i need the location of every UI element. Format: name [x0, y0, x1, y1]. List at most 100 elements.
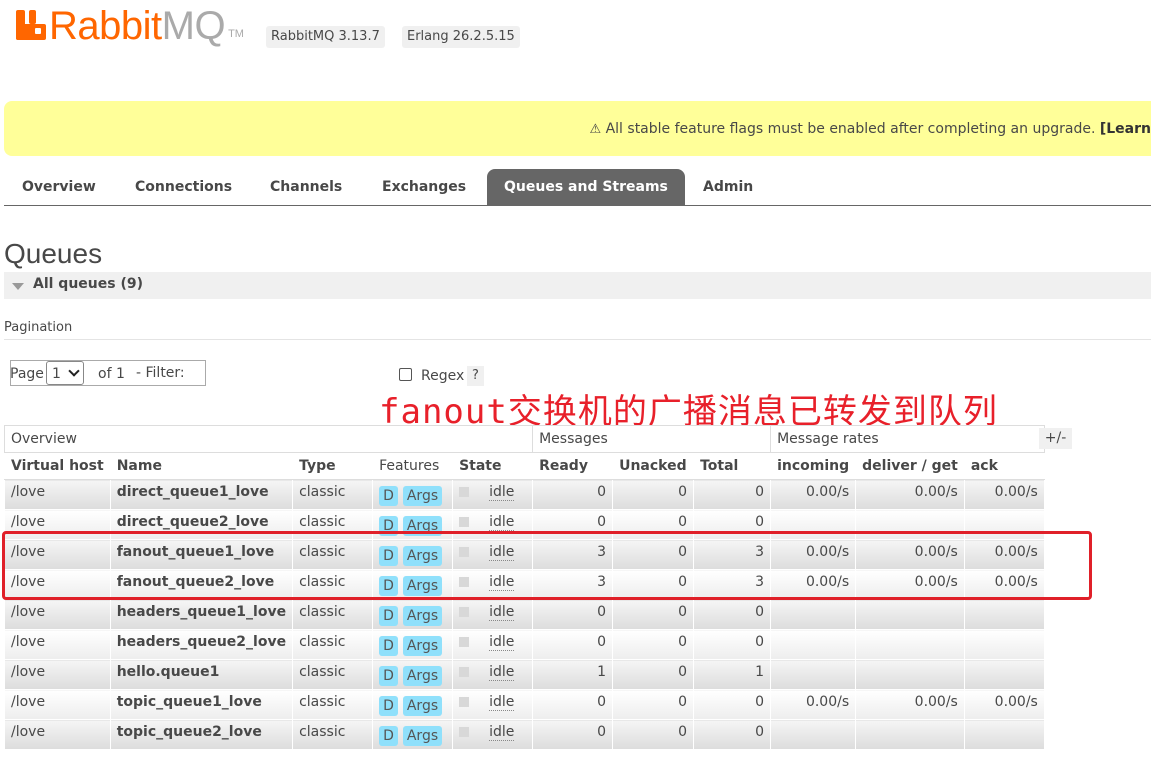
cell-type: classic — [292, 569, 374, 600]
rabbitmq-logo[interactable]: RabbitMQ TM — [16, 6, 244, 46]
page-select[interactable]: 1 — [46, 361, 84, 385]
cell-deliver-get — [855, 719, 965, 750]
cell-total: 3 — [693, 569, 772, 600]
group-messages: Messages — [532, 425, 772, 453]
regex-checkbox[interactable] — [399, 368, 412, 381]
cell-unacked: 0 — [612, 539, 695, 570]
queue-name-link[interactable]: topic_queue1_love — [109, 689, 294, 720]
col-state[interactable]: State — [452, 452, 534, 480]
col-deliver-get[interactable]: deliver / get — [855, 452, 965, 480]
state-idle-icon — [459, 517, 470, 527]
col-incoming[interactable]: incoming — [770, 452, 857, 480]
col-ready[interactable]: Ready — [532, 452, 614, 480]
durable-badge: D — [379, 666, 398, 686]
cell-ack: 0.00/s — [963, 689, 1045, 720]
cell-deliver-get — [855, 509, 965, 540]
cell-incoming: 0.00/s — [770, 689, 857, 720]
cell-state: idle — [452, 569, 534, 600]
cell-ready: 3 — [532, 539, 614, 570]
cell-deliver-get: 0.00/s — [855, 479, 965, 510]
cell-ready: 3 — [532, 569, 614, 600]
cell-deliver-get: 0.00/s — [855, 689, 965, 720]
group-overview: Overview — [3, 425, 534, 453]
cell-unacked: 0 — [612, 689, 695, 720]
args-badge: Args — [402, 546, 443, 566]
durable-badge: D — [379, 726, 398, 746]
cell-total: 0 — [693, 719, 772, 750]
args-badge: Args — [402, 486, 443, 506]
state-text: idle — [489, 724, 515, 741]
cell-ack: 0.00/s — [963, 569, 1045, 600]
cell-ready: 0 — [532, 599, 614, 630]
cell-type: classic — [292, 689, 374, 720]
cell-vhost: /love — [4, 599, 111, 630]
state-text: idle — [489, 634, 515, 651]
cell-total: 0 — [693, 599, 772, 630]
col-unacked[interactable]: Unacked — [612, 452, 695, 480]
tab-queues-and-streams[interactable]: Queues and Streams — [487, 169, 685, 205]
cell-ack — [963, 629, 1045, 660]
table-row: /love fanout_queue2_love classic D Args idle 3… — [4, 569, 1045, 600]
args-badge: Args — [402, 696, 443, 716]
state-idle-icon — [459, 577, 470, 587]
tab-overview[interactable]: Overview — [5, 169, 113, 205]
cell-ready: 0 — [532, 479, 614, 510]
cell-state: idle — [452, 689, 534, 720]
col-name[interactable]: Name — [109, 452, 294, 480]
tab-admin[interactable]: Admin — [686, 169, 770, 205]
queue-name-link[interactable]: fanout_queue1_love — [109, 539, 294, 570]
state-text: idle — [489, 484, 515, 501]
cell-state: idle — [452, 599, 534, 630]
args-badge: Args — [402, 606, 443, 626]
cell-unacked: 0 — [612, 509, 695, 540]
cell-unacked: 0 — [612, 659, 695, 690]
queue-name-link[interactable]: headers_queue1_love — [109, 599, 294, 630]
table-row: /love headers_queue1_love classic D Args idle… — [4, 599, 1045, 630]
args-badge: Args — [402, 666, 443, 686]
cell-vhost: /love — [4, 539, 111, 570]
cell-unacked: 0 — [612, 599, 695, 630]
col-total[interactable]: Total — [693, 452, 772, 480]
feature-flags-banner: ⚠ All stable feature flags must be enabl… — [4, 101, 1151, 156]
cell-ack: 0.00/s — [963, 539, 1045, 570]
regex-help-button[interactable]: ? — [467, 366, 484, 386]
cell-incoming — [770, 659, 857, 690]
pagination-label: Pagination — [4, 320, 73, 335]
queue-name-link[interactable]: direct_queue2_love — [109, 509, 294, 540]
tab-connections[interactable]: Connections — [118, 169, 249, 205]
col-type[interactable]: Type — [292, 452, 374, 480]
cell-type: classic — [292, 629, 374, 660]
page-title: Queues — [4, 238, 103, 269]
cell-total: 0 — [693, 629, 772, 660]
tab-channels[interactable]: Channels — [253, 169, 359, 205]
all-queues-section-toggle[interactable]: All queues (9) — [4, 272, 1151, 299]
cell-vhost: /love — [4, 689, 111, 720]
state-text: idle — [489, 604, 515, 621]
cell-features: D Args — [372, 599, 454, 630]
columns-toggle-button[interactable]: +/- — [1039, 428, 1072, 449]
cell-ack — [963, 719, 1045, 750]
cell-ready: 0 — [532, 629, 614, 660]
cell-vhost: /love — [4, 509, 111, 540]
queue-name-link[interactable]: headers_queue2_love — [109, 629, 294, 660]
cell-incoming — [770, 629, 857, 660]
durable-badge: D — [379, 486, 398, 506]
cell-state: idle — [452, 719, 534, 750]
col-virtual-host[interactable]: Virtual host — [4, 452, 111, 480]
durable-badge: D — [379, 516, 398, 536]
cell-state: idle — [452, 629, 534, 660]
cell-unacked: 0 — [612, 629, 695, 660]
learn-more-link[interactable]: [Learn — [1100, 121, 1151, 137]
state-idle-icon — [459, 727, 470, 737]
cell-features: D Args — [372, 569, 454, 600]
table-row: /love hello.queue1 classic D Args idle 1 0 1 — [4, 659, 1045, 690]
cell-features: D Args — [372, 719, 454, 750]
queue-name-link[interactable]: topic_queue2_love — [109, 719, 294, 750]
queue-name-link[interactable]: direct_queue1_love — [109, 479, 294, 510]
cell-type: classic — [292, 719, 374, 750]
queue-name-link[interactable]: hello.queue1 — [109, 659, 294, 690]
queue-name-link[interactable]: fanout_queue2_love — [109, 569, 294, 600]
col-ack[interactable]: ack — [963, 452, 1045, 480]
tab-exchanges[interactable]: Exchanges — [365, 169, 483, 205]
cell-ready: 1 — [532, 659, 614, 690]
